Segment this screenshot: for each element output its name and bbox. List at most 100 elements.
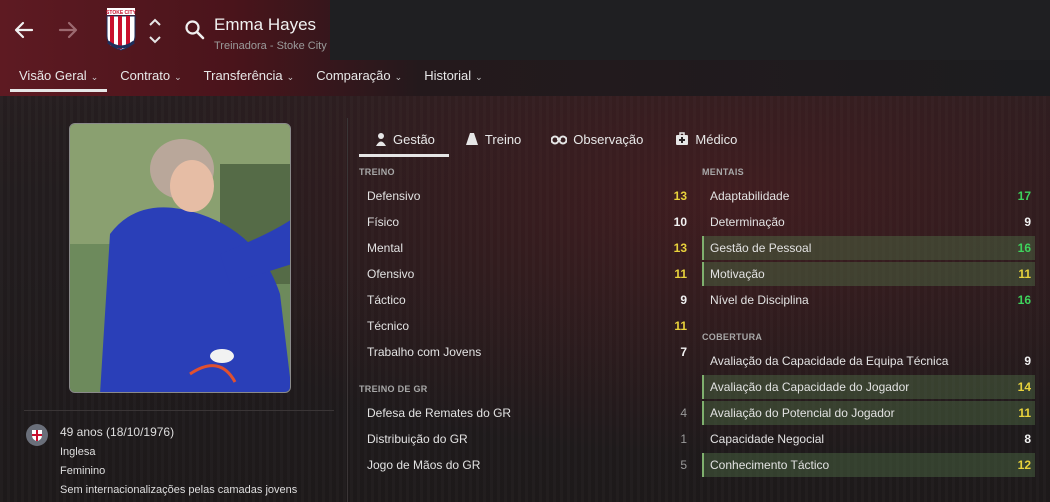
attribute-row[interactable]: Capacidade Negocial 8	[702, 427, 1035, 451]
tab-transfer[interactable]: Transferência ⌄	[195, 62, 304, 92]
attribute-value: 11	[1018, 267, 1031, 281]
attribute-row[interactable]: Adaptabilidade 17	[702, 184, 1035, 208]
tab-label: Médico	[695, 131, 738, 147]
tab-label: Visão Geral	[19, 68, 87, 83]
attribute-label: Nível de Disciplina	[710, 293, 809, 307]
section-title-cobertura: COBERTURA	[702, 332, 763, 342]
attribute-row[interactable]: Defesa de Remates do GR 4	[359, 401, 691, 425]
club-switch-toggle[interactable]	[148, 16, 162, 46]
section-title-mentais: MENTAIS	[702, 167, 744, 177]
chevron-down-icon: ⌄	[174, 72, 182, 82]
tab-observacao[interactable]: Observação	[551, 124, 643, 154]
back-button[interactable]	[10, 16, 38, 44]
attribute-label: Trabalho com Jovens	[367, 345, 482, 359]
attribute-value: 13	[673, 189, 687, 203]
england-crest-icon	[32, 430, 42, 441]
attribute-label: Defesa de Remates do GR	[367, 406, 512, 420]
age-dob: 49 anos (18/10/1976)	[60, 425, 175, 439]
tab-label: Transferência	[203, 68, 283, 83]
staff-role-club[interactable]: Treinadora - Stoke City	[214, 40, 327, 52]
attribute-row[interactable]: Jogo de Mãos do GR 5	[359, 453, 691, 477]
tab-label: Contrato	[120, 68, 171, 83]
section-title-treino: TREINO	[359, 167, 395, 177]
attribute-value: 17	[1017, 189, 1031, 203]
attribute-value: 5	[680, 458, 687, 472]
attribute-value: 8	[1024, 432, 1031, 446]
chevron-down-icon: ⌄	[286, 72, 295, 82]
chevron-updown-icon	[149, 18, 161, 44]
attribute-row[interactable]: Determinação 9	[702, 210, 1035, 234]
attribute-row[interactable]: Avaliação da Capacidade da Equipa Técnic…	[702, 349, 1035, 373]
tab-history[interactable]: Historial ⌄	[415, 62, 492, 92]
attribute-value: 16	[1017, 241, 1031, 255]
chevron-down-icon: ⌄	[90, 72, 99, 82]
attribute-value: 10	[673, 215, 687, 229]
attribute-label: Distribuição do GR	[367, 432, 468, 446]
nationality: Inglesa	[60, 446, 96, 458]
tab-medico[interactable]: Médico	[675, 124, 737, 154]
tab-label: Observação	[573, 131, 644, 147]
attribute-row[interactable]: Técnico 11	[359, 314, 691, 338]
chevron-down-icon: ⌄	[394, 72, 403, 82]
tab-label: Historial	[424, 68, 472, 83]
attribute-tabs: Gestão Treino Observação Médico	[359, 124, 737, 157]
attribute-label: Avaliação da Capacidade da Equipa Técnic…	[710, 354, 949, 368]
attribute-row[interactable]: Distribuição do GR 1	[359, 427, 691, 451]
attribute-value: 1	[680, 432, 687, 446]
medkit-icon	[675, 132, 689, 146]
attribute-row[interactable]: Trabalho com Jovens 7	[359, 340, 691, 364]
attribute-row[interactable]: Gestão de Pessoal 16	[702, 236, 1035, 260]
attribute-label: Defensivo	[367, 189, 421, 203]
attribute-label: Gestão de Pessoal	[710, 241, 812, 255]
attribute-label: Conhecimento Táctico	[710, 458, 830, 472]
attribute-row[interactable]: Mental 13	[359, 236, 691, 260]
header-right-panel	[330, 0, 1050, 60]
staff-photo	[69, 123, 291, 393]
attribute-label: Determinação	[710, 215, 785, 229]
tab-label: Comparação	[316, 68, 391, 83]
attribute-value: 4	[680, 406, 687, 420]
attribute-row[interactable]: Motivação 11	[702, 262, 1035, 286]
attribute-row[interactable]: Nível de Disciplina 16	[702, 288, 1035, 312]
tab-contract[interactable]: Contrato ⌄	[111, 62, 190, 92]
attribute-row[interactable]: Ofensivo 11	[359, 262, 691, 286]
attribute-row[interactable]: Avaliação da Capacidade do Jogador 14	[702, 375, 1035, 399]
search-icon	[185, 20, 205, 40]
tab-label: Treino	[484, 131, 522, 147]
search-button[interactable]	[183, 18, 207, 42]
attribute-value: 11	[674, 267, 687, 281]
attribute-row[interactable]: Físico 10	[359, 210, 691, 234]
arrow-right-icon	[58, 21, 78, 39]
attribute-label: Mental	[367, 241, 404, 255]
tab-gestao[interactable]: Gestão	[359, 124, 449, 157]
attribute-value: 11	[674, 319, 687, 333]
nation-flag-icon[interactable]	[26, 424, 48, 446]
tab-comparison[interactable]: Comparação ⌄	[307, 62, 411, 92]
attribute-row[interactable]: Táctico 9	[359, 288, 691, 312]
attribute-label: Técnico	[367, 319, 410, 333]
tab-label: Gestão	[393, 131, 435, 147]
tab-treino[interactable]: Treino	[465, 124, 521, 154]
main-tabs: Visão Geral ⌄ Contrato ⌄ Transferência ⌄ Co…	[10, 62, 496, 92]
staff-name: Emma Hayes	[214, 15, 317, 34]
attribute-label: Adaptabilidade	[710, 189, 790, 203]
attribute-value: 12	[1017, 458, 1031, 472]
attribute-row[interactable]: Conhecimento Táctico 12	[702, 453, 1035, 477]
club-crest[interactable]: STOKE CITY	[104, 6, 138, 52]
attribute-label: Capacidade Negocial	[710, 432, 825, 446]
attribute-value: 9	[1024, 354, 1031, 368]
attribute-value: 7	[680, 345, 687, 359]
attribute-label: Avaliação da Capacidade do Jogador	[710, 380, 910, 394]
attribute-row[interactable]: Avaliação do Potencial do Jogador 11	[702, 401, 1035, 425]
attribute-label: Avaliação do Potencial do Jogador	[710, 406, 895, 420]
international-caps: Sem internacionalizações pelas camadas j…	[60, 484, 298, 496]
stoke-crest-icon: STOKE CITY	[106, 8, 137, 51]
forward-button[interactable]	[54, 16, 82, 44]
staff-portrait-image	[70, 124, 290, 392]
crest-text-top: STOKE CITY	[106, 10, 137, 16]
attribute-row[interactable]: Defensivo 13	[359, 184, 691, 208]
tab-overview[interactable]: Visão Geral ⌄	[10, 62, 108, 92]
attribute-value: 9	[680, 293, 687, 307]
attribute-label: Motivação	[710, 267, 765, 281]
arrow-left-icon	[14, 21, 34, 39]
